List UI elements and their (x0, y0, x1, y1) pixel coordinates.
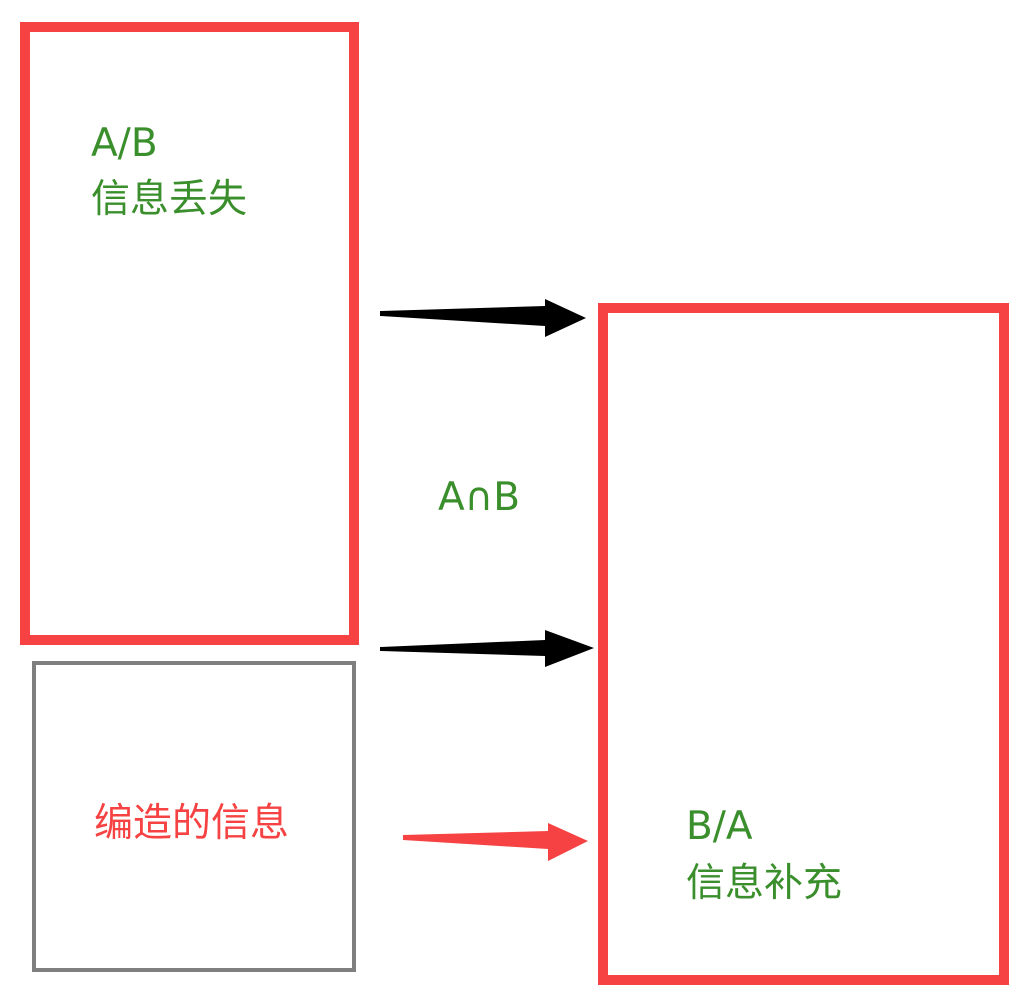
arrow-middle (380, 630, 594, 667)
right-box-title: B/A (686, 804, 753, 849)
arrow-middle-shape (380, 630, 594, 667)
left-box-title: A/B (91, 121, 158, 166)
right-box-subtitle: 信息补充 (686, 861, 843, 906)
intersection-label: A∩B (438, 475, 520, 520)
left-box-subtitle: 信息丢失 (91, 177, 248, 222)
fabricated-info-label: 编造的信息 (94, 801, 290, 846)
arrow-top (380, 299, 586, 337)
arrow-top-shape (380, 299, 586, 337)
arrow-fabricated (403, 823, 588, 861)
arrow-fabricated-shape (403, 823, 588, 861)
left-red-box (20, 22, 359, 645)
